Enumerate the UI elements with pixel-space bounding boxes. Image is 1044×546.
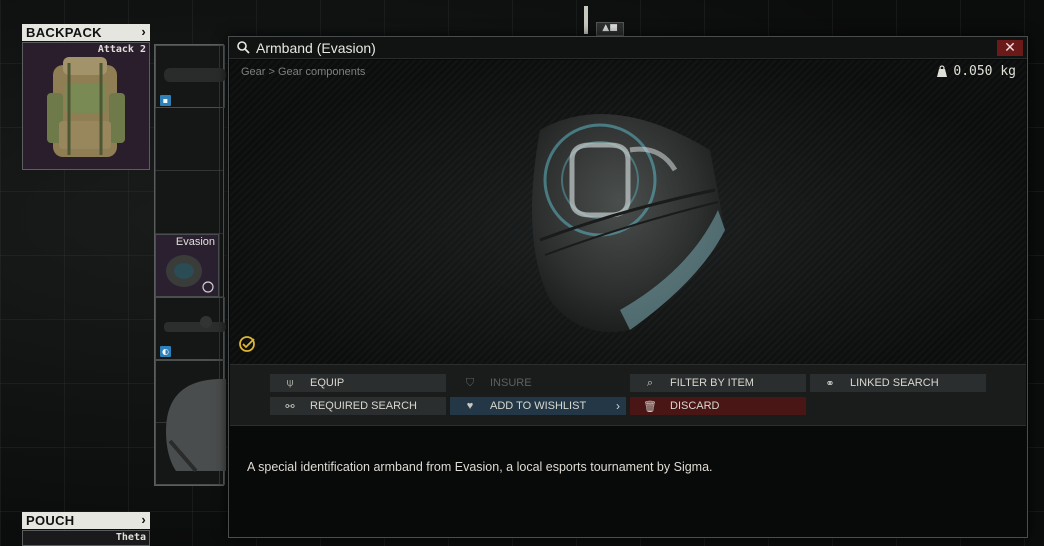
- breadcrumb[interactable]: Gear > Gear components: [241, 66, 365, 78]
- linked-search-label: LINKED SEARCH: [850, 377, 939, 389]
- chevron-right-icon: ›: [616, 399, 620, 413]
- backpack-icon: [47, 57, 125, 157]
- mod-icon: ▪: [160, 95, 171, 106]
- linked-search-button[interactable]: ⚭ LINKED SEARCH: [810, 374, 986, 392]
- add-to-wishlist-button[interactable]: ♥ ADD TO WISHLIST ›: [450, 397, 626, 415]
- silencer-item[interactable]: ▪: [155, 45, 226, 108]
- helmet-item[interactable]: [155, 360, 226, 485]
- equip-label: EQUIP: [310, 377, 345, 389]
- pouch-header[interactable]: POUCH ›: [22, 512, 150, 529]
- chevron-right-icon[interactable]: ›: [141, 24, 146, 39]
- search-icon: [237, 41, 250, 54]
- filter-by-item-label: FILTER BY ITEM: [670, 377, 754, 389]
- mod-icon: ◐: [160, 346, 171, 357]
- scope-item[interactable]: ◐: [155, 297, 226, 360]
- backpack-header-label: BACKPACK: [26, 25, 102, 40]
- magnifier-icon: ⌕: [646, 376, 654, 389]
- armband-render: [532, 114, 725, 332]
- linked-icon: ⚭: [825, 377, 835, 390]
- title-bar[interactable]: Armband (Evasion) ✕: [229, 37, 1027, 59]
- backpack-slot[interactable]: Attack 2: [22, 42, 150, 170]
- helmet-icon: [166, 379, 226, 473]
- pouch-header-label: POUCH: [26, 513, 75, 528]
- backpack-grid: ▪ Evasion ◐: [154, 44, 226, 486]
- evasion-armband-item[interactable]: Evasion: [155, 234, 219, 297]
- weight-readout: 0.050 kg: [936, 64, 1016, 79]
- weight-value: 0.050 kg: [953, 64, 1016, 79]
- item-description: A special identification armband from Ev…: [247, 460, 713, 474]
- chevron-right-icon[interactable]: ›: [141, 512, 146, 527]
- action-panel: ⍦ EQUIP ⛉ INSURE ⌕ FILTER BY ITEM ⚭ LINK…: [230, 364, 1026, 426]
- evasion-item-name: Evasion: [175, 236, 215, 248]
- mini-inventory-button[interactable]: ▲■: [596, 22, 624, 36]
- discard-label: DISCARD: [670, 400, 720, 412]
- equip-button[interactable]: ⍦ EQUIP: [270, 374, 446, 392]
- discard-button[interactable]: 🗑 DISCARD: [630, 397, 806, 415]
- item-preview[interactable]: Gear > Gear components 0.050 kg: [230, 60, 1026, 364]
- required-icon: ⚯: [285, 400, 295, 413]
- equip-icon: ⍦: [286, 376, 294, 389]
- weight-icon: [937, 65, 948, 77]
- pouch-item-name: Theta: [115, 532, 146, 543]
- required-search-button[interactable]: ⚯ REQUIRED SEARCH: [270, 397, 446, 415]
- item-inspect-window[interactable]: Armband (Evasion) ✕ Gear > Gear componen…: [228, 36, 1028, 538]
- shield-icon: ⛉: [465, 376, 475, 389]
- close-button[interactable]: ✕: [997, 40, 1023, 56]
- scrollbar[interactable]: [584, 6, 588, 34]
- window-title: Armband (Evasion): [256, 39, 376, 56]
- backpack-header[interactable]: BACKPACK ›: [22, 24, 150, 41]
- heart-icon: ♥: [466, 400, 474, 412]
- add-to-wishlist-label: ADD TO WISHLIST: [490, 400, 587, 412]
- filter-by-item-button[interactable]: ⌕ FILTER BY ITEM: [630, 374, 806, 392]
- pouch-slot[interactable]: Theta: [22, 530, 150, 546]
- insure-button[interactable]: ⛉ INSURE: [450, 374, 626, 392]
- required-search-label: REQUIRED SEARCH: [310, 400, 417, 412]
- insure-label: INSURE: [490, 377, 532, 389]
- trash-icon: 🗑: [643, 400, 657, 413]
- examined-check-icon: [239, 336, 255, 352]
